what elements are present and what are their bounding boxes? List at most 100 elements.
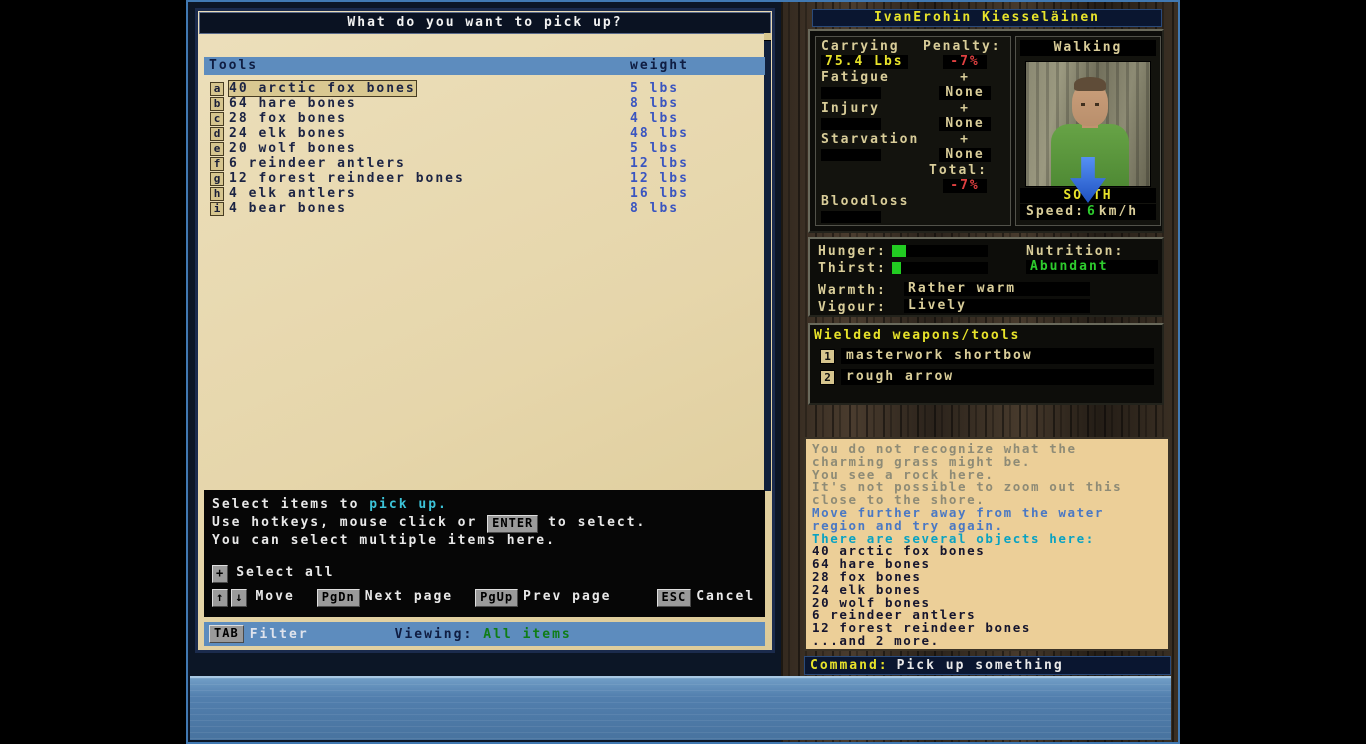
down-arrow-key[interactable]: ↓ xyxy=(231,589,248,607)
hotkey-badge[interactable]: g xyxy=(210,171,224,186)
list-item[interactable]: c 28 fox bones 4 lbs xyxy=(204,111,765,126)
log-line: You see a rock here. xyxy=(812,468,995,482)
pgup-key[interactable]: PgUp xyxy=(475,589,519,607)
item-list: a 40 arctic fox bones 5 lbs b 64 hare bones… xyxy=(204,80,765,216)
log-line: ...and 2 more. xyxy=(812,634,940,648)
penalty-value: -7% xyxy=(943,55,987,69)
slot-2-item: rough arrow xyxy=(841,369,1154,385)
viewing-value: All items xyxy=(483,626,572,642)
up-arrow-key[interactable]: ↑ xyxy=(212,589,229,607)
encumbrance-panel: Carrying Penalty: 75.4 Lbs -7% Fatigue +… xyxy=(815,36,1011,226)
list-item[interactable]: b 64 hare bones 8 lbs xyxy=(204,96,765,111)
hunger-fill xyxy=(892,245,907,257)
starvation-bar xyxy=(821,149,881,161)
total-label: Total: xyxy=(929,163,988,178)
log-line: close to the shore. xyxy=(812,494,986,507)
log-line: 64 hare bones xyxy=(812,558,931,571)
list-item[interactable]: h 4 elk antlers 16 lbs xyxy=(204,186,765,201)
log-line: You do not recognize what the xyxy=(812,443,1077,456)
log-line: 20 wolf bones xyxy=(812,596,931,610)
hotkey-badge[interactable]: i xyxy=(210,201,224,216)
help-line-multiple: You can select multiple items here. xyxy=(212,533,556,548)
water-strip xyxy=(190,676,1171,740)
portrait-hair xyxy=(1074,77,1106,91)
tab-key[interactable]: TAB xyxy=(209,625,244,643)
command-value: Pick up something xyxy=(896,658,1064,673)
nav-help-line: ↑ ↓ Move PgDn Next page PgUp Prev page ESC Cance… xyxy=(212,589,757,607)
hotkey-badge[interactable]: c xyxy=(210,111,224,126)
list-item[interactable]: d 24 elk bones 48 lbs xyxy=(204,126,765,141)
wielded-panel: Wielded weapons/tools 1 masterwork shortb… xyxy=(808,323,1164,405)
item-name: 4 bear bones xyxy=(229,201,347,216)
enter-key[interactable]: ENTER xyxy=(487,515,539,533)
vitals-panel: Hunger: Thirst: Nutrition: Abundant Warm… xyxy=(808,237,1164,317)
scrollbar-track[interactable] xyxy=(764,33,771,491)
penalty-label: Penalty: xyxy=(923,39,1002,54)
item-weight: 8 lbs xyxy=(630,96,680,111)
slot-2-key[interactable]: 2 xyxy=(820,369,835,385)
thirst-label: Thirst: xyxy=(818,261,887,276)
item-name: 64 hare bones xyxy=(229,96,357,111)
nutrition-label: Nutrition: xyxy=(1026,244,1125,259)
slot-1-key[interactable]: 1 xyxy=(820,348,835,364)
help-line-hotkeys: Use hotkeys, mouse click or ENTER to sel… xyxy=(212,515,757,533)
movement-mode: Walking xyxy=(1020,40,1156,56)
command-bar: Command: Pick up something xyxy=(804,656,1171,675)
item-name: 6 reindeer antlers xyxy=(229,156,406,171)
command-label: Command: xyxy=(810,658,889,673)
esc-label: Cancel xyxy=(696,589,756,604)
item-weight: 4 lbs xyxy=(630,111,680,126)
hotkey-badge[interactable]: d xyxy=(210,126,224,141)
item-name: 40 arctic fox bones xyxy=(228,80,417,97)
filter-bar: TAB Filter Viewing: All items xyxy=(204,622,765,646)
log-line: It's not possible to zoom out this xyxy=(812,481,1123,495)
speed-value: 6 xyxy=(1086,204,1097,219)
filter-label: Filter xyxy=(249,626,309,642)
hotkey-badge[interactable]: a xyxy=(210,81,224,96)
move-label: Move xyxy=(255,589,295,604)
hotkey-badge[interactable]: e xyxy=(210,141,224,156)
list-item[interactable]: e 20 wolf bones 5 lbs xyxy=(204,141,765,156)
scrollbar-thumb[interactable] xyxy=(764,33,771,41)
screen: What do you want to pick up? Tools weight… xyxy=(0,0,1366,744)
starvation-status: None xyxy=(939,148,991,162)
plus-key[interactable]: + xyxy=(212,565,229,583)
wielded-slot: 1 masterwork shortbow xyxy=(820,348,1154,364)
help-text: Select items to xyxy=(212,497,370,512)
warmth-value: Rather warm xyxy=(904,282,1090,296)
log-line: 28 fox bones xyxy=(812,570,922,584)
bloodloss-bar xyxy=(821,211,881,223)
esc-key[interactable]: ESC xyxy=(656,589,692,607)
speed-unit: km/h xyxy=(1098,204,1139,219)
pickup-highlight: pick up. xyxy=(369,497,448,512)
select-all-label: Select all xyxy=(236,565,335,580)
log-line: Move further away from the water xyxy=(812,506,1105,520)
carrying-value: 75.4 Lbs xyxy=(821,55,908,69)
starvation-label: Starvation xyxy=(821,132,920,147)
hunger-bar xyxy=(892,245,988,257)
thirst-fill xyxy=(892,262,901,274)
injury-label: Injury xyxy=(821,101,880,116)
list-item[interactable]: a 40 arctic fox bones 5 lbs xyxy=(204,80,765,97)
stats-grid: Carrying Penalty: 75.4 Lbs -7% Fatigue +… xyxy=(821,40,1010,223)
hotkey-badge[interactable]: b xyxy=(210,96,224,111)
thirst-bar xyxy=(892,262,988,274)
wielded-slot: 2 rough arrow xyxy=(820,369,1154,385)
speed-label: Speed: xyxy=(1026,204,1085,219)
pgdn-key[interactable]: PgDn xyxy=(316,589,360,607)
plus-sign: + xyxy=(960,132,970,147)
injury-status: None xyxy=(939,117,991,131)
hotkey-badge[interactable]: h xyxy=(210,186,224,201)
log-line: 40 arctic fox bones xyxy=(812,545,986,559)
item-name: 4 elk antlers xyxy=(229,186,357,201)
list-item[interactable]: g 12 forest reindeer bones 12 lbs xyxy=(204,171,765,186)
fatigue-bar xyxy=(821,87,881,99)
item-name: 20 wolf bones xyxy=(229,141,357,156)
list-item[interactable]: f 6 reindeer antlers 12 lbs xyxy=(204,156,765,171)
log-line: charming grass might be. xyxy=(812,455,1032,469)
portrait-eye xyxy=(1095,103,1099,106)
fatigue-label: Fatigue xyxy=(821,70,890,85)
list-item[interactable]: i 4 bear bones 8 lbs xyxy=(204,201,765,216)
character-name: IvanErohin Kiesseläinen xyxy=(812,9,1162,27)
hotkey-badge[interactable]: f xyxy=(210,156,224,171)
